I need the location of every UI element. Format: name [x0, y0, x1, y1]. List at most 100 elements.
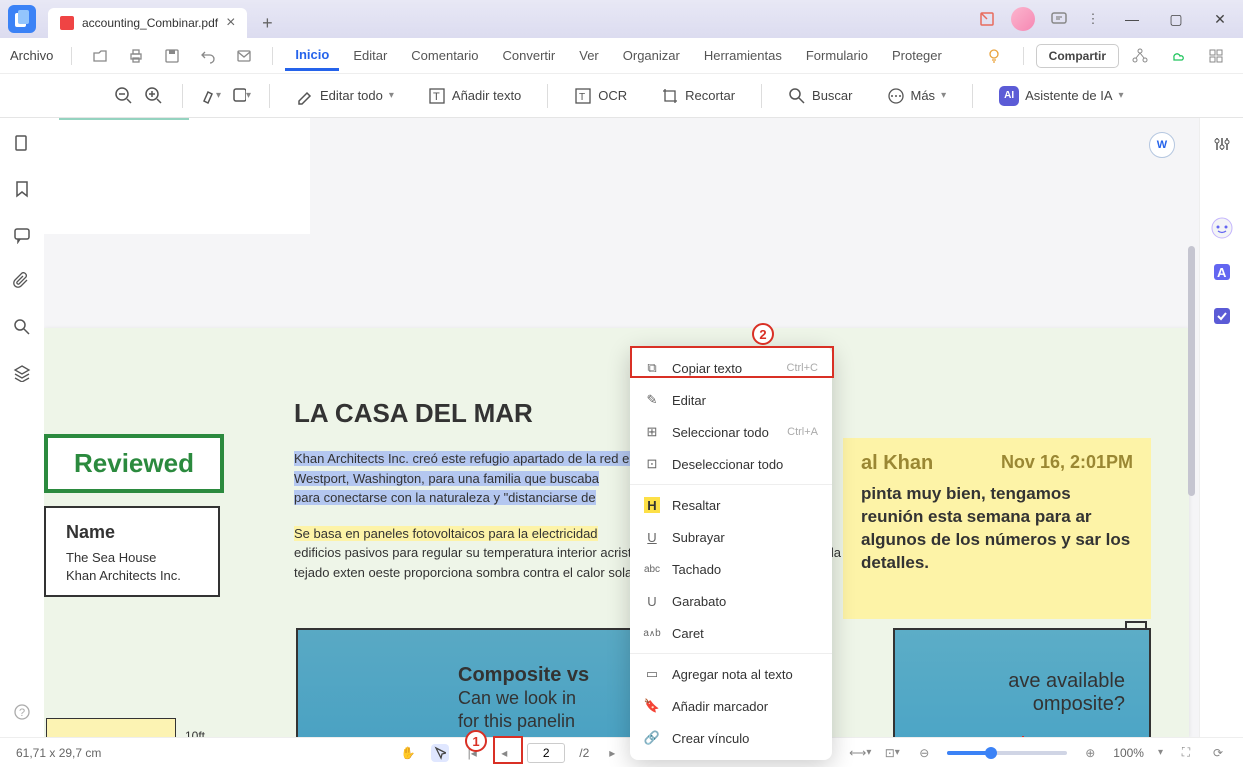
attachment-icon[interactable] — [11, 270, 33, 292]
titlebar: accounting_Combinar.pdf × + ⋮ — ▢ ✕ — [0, 0, 1243, 38]
word-export-icon[interactable]: W — [1149, 132, 1175, 158]
maximize-button[interactable]: ▢ — [1161, 4, 1191, 34]
sticky-note[interactable]: al Khan Nov 16, 2:01PM pinta muy bien, t… — [843, 438, 1151, 619]
more-button[interactable]: Más▾ — [879, 83, 955, 109]
edit-all-button[interactable]: Editar todo▾ — [288, 83, 402, 109]
chat-ai-icon[interactable] — [1210, 216, 1234, 240]
page-input[interactable] — [527, 743, 565, 763]
menu-organizar[interactable]: Organizar — [613, 42, 690, 69]
selectall-icon: ⊞ — [644, 424, 660, 440]
document-action-icon[interactable] — [977, 9, 997, 29]
add-text-button[interactable]: T Añadir texto — [420, 83, 529, 109]
highlight-icon: H — [644, 497, 660, 513]
ctx-strikethrough[interactable]: abcTachado — [630, 553, 832, 585]
document-page[interactable]: Reviewed Name The Sea House Khan Archite… — [44, 328, 1189, 737]
ctx-copy-text[interactable]: ⧉Copiar textoCtrl+C — [630, 352, 832, 384]
menu-file[interactable]: Archivo — [10, 48, 53, 63]
highlighter-icon[interactable]: ▾ — [201, 86, 221, 106]
image-panel-right: ave available omposite? — [893, 628, 1151, 737]
zoom-out-minus-icon[interactable]: ⊖ — [915, 744, 933, 762]
tab-add-button[interactable]: + — [255, 11, 279, 35]
menu-herramientas[interactable]: Herramientas — [694, 42, 792, 69]
comment-panel-icon[interactable] — [1049, 9, 1069, 29]
menu-formulario[interactable]: Formulario — [796, 42, 878, 69]
scrollbar[interactable] — [1187, 126, 1195, 729]
prev-page-icon[interactable]: ◂ — [495, 744, 513, 762]
menu-inicio[interactable]: Inicio — [285, 41, 339, 71]
strike-icon: abc — [644, 561, 660, 577]
shape-icon[interactable]: ▾ — [231, 86, 251, 106]
ctx-caret[interactable]: a∧bCaret — [630, 617, 832, 649]
menu-comentario[interactable]: Comentario — [401, 42, 488, 69]
ctx-select-all[interactable]: ⊞Seleccionar todoCtrl+A — [630, 416, 832, 448]
select-tool-icon[interactable] — [431, 744, 449, 762]
translate-icon[interactable]: A — [1210, 260, 1234, 284]
close-button[interactable]: ✕ — [1205, 4, 1235, 34]
save-icon[interactable] — [162, 46, 182, 66]
document-tab[interactable]: accounting_Combinar.pdf × — [48, 8, 247, 38]
name-box: Name The Sea House Khan Architects Inc. — [44, 506, 220, 597]
canvas[interactable]: W Reviewed Name The Sea House Khan Archi… — [44, 118, 1199, 737]
zoom-handle[interactable] — [985, 747, 997, 759]
refresh-icon[interactable]: ⟳ — [1209, 744, 1227, 762]
check-icon[interactable] — [1210, 304, 1234, 328]
bookmark-icon[interactable] — [11, 178, 33, 200]
menu-proteger[interactable]: Proteger — [882, 42, 952, 69]
zoom-in-icon[interactable] — [144, 86, 164, 106]
cloud-sync-icon[interactable] — [1167, 45, 1189, 67]
lightbulb-icon[interactable] — [983, 45, 1005, 67]
ai-icon: AI — [999, 86, 1019, 106]
ctx-underline[interactable]: USubrayar — [630, 521, 832, 553]
print-icon[interactable] — [126, 46, 146, 66]
minimize-button[interactable]: — — [1117, 4, 1147, 34]
hand-tool-icon[interactable]: ✋ — [399, 744, 417, 762]
undo-icon[interactable] — [198, 46, 218, 66]
fit-page-icon[interactable]: ⊡▾ — [883, 744, 901, 762]
tab-close-icon[interactable]: × — [226, 14, 235, 32]
ctx-bookmark[interactable]: 🔖Añadir marcador — [630, 690, 832, 722]
ctx-add-note[interactable]: ▭Agregar nota al texto — [630, 658, 832, 690]
ctx-edit[interactable]: ✎Editar — [630, 384, 832, 416]
ctx-label: Seleccionar todo — [672, 425, 769, 440]
mail-icon[interactable] — [234, 46, 254, 66]
scrollbar-thumb[interactable] — [1188, 246, 1195, 496]
layers-icon[interactable] — [11, 362, 33, 384]
app-logo[interactable] — [8, 5, 36, 33]
user-avatar[interactable] — [1011, 7, 1035, 31]
share-button[interactable]: Compartir — [1036, 44, 1119, 68]
open-icon[interactable] — [90, 46, 110, 66]
menubar: Archivo Inicio Editar Comentario Convert… — [0, 38, 1243, 74]
help-icon[interactable]: ? — [11, 701, 33, 723]
crop-button[interactable]: Recortar — [653, 83, 743, 109]
fullscreen-icon[interactable]: ⛶ — [1177, 744, 1195, 762]
ctx-squiggly[interactable]: UGarabato — [630, 585, 832, 617]
menu-editar[interactable]: Editar — [343, 42, 397, 69]
grid-icon[interactable] — [1205, 45, 1227, 67]
ctx-highlight[interactable]: HResaltar — [630, 489, 832, 521]
context-menu: ⧉Copiar textoCtrl+C ✎Editar ⊞ Seleccionar… — [630, 346, 832, 760]
tab-title: accounting_Combinar.pdf — [82, 16, 218, 30]
search-icon[interactable] — [11, 316, 33, 338]
next-page-icon[interactable]: ▸ — [603, 744, 621, 762]
more-label: Más — [911, 88, 936, 103]
menu-convertir[interactable]: Convertir — [492, 42, 565, 69]
ctx-label: Subrayar — [672, 530, 725, 545]
comment-icon[interactable] — [11, 224, 33, 246]
zoom-slider[interactable] — [947, 751, 1067, 755]
add-text-label: Añadir texto — [452, 88, 521, 103]
ai-assistant-button[interactable]: AIAsistente de IA▾ — [991, 82, 1131, 110]
fit-width-icon[interactable]: ⟷▾ — [851, 744, 869, 762]
zoom-out-icon[interactable] — [114, 86, 134, 106]
svg-text:T: T — [433, 91, 440, 103]
kebab-menu-icon[interactable]: ⋮ — [1083, 9, 1103, 29]
menu-ver[interactable]: Ver — [569, 42, 609, 69]
search-button[interactable]: Buscar — [780, 83, 860, 109]
network-icon[interactable] — [1129, 45, 1151, 67]
ocr-button[interactable]: TOCR — [566, 83, 635, 109]
ctx-link[interactable]: 🔗Crear vínculo — [630, 722, 832, 754]
svg-text:A: A — [1217, 265, 1227, 280]
page-icon[interactable] — [11, 132, 33, 154]
ctx-deselect[interactable]: ⊡Deseleccionar todo — [630, 448, 832, 480]
zoom-in-plus-icon[interactable]: ⊕ — [1081, 744, 1099, 762]
sliders-icon[interactable] — [1210, 132, 1234, 156]
